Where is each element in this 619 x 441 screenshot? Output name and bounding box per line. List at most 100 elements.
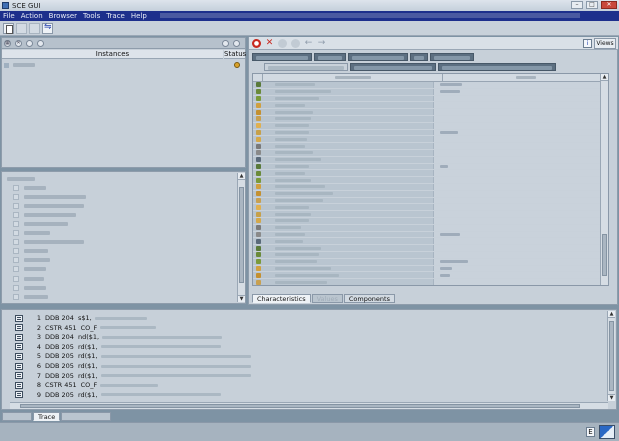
tree-item[interactable]: [5, 238, 239, 247]
table-row[interactable]: [253, 122, 608, 130]
tree-item[interactable]: [5, 247, 239, 256]
close-x-icon[interactable]: ✕: [265, 38, 274, 48]
subgroup-tab[interactable]: [350, 63, 436, 71]
menu-help[interactable]: Help: [131, 12, 147, 20]
circle-icon[interactable]: [222, 39, 229, 47]
scroll-up-icon[interactable]: ▲: [608, 311, 615, 318]
trace-line[interactable]: 1 DDB 204 s$1,: [15, 313, 147, 323]
subgroup-tab[interactable]: [264, 63, 348, 71]
circle-icon[interactable]: [278, 38, 287, 48]
tree-item[interactable]: [5, 274, 239, 283]
characteristic-value-cell[interactable]: [433, 109, 608, 115]
views-button[interactable]: Views: [594, 38, 616, 49]
characteristic-value-cell[interactable]: [433, 211, 608, 217]
menu-browser[interactable]: Browser: [49, 12, 77, 20]
table-row[interactable]: [253, 238, 608, 246]
tree-item[interactable]: [5, 210, 239, 219]
tab-characteristics[interactable]: Characteristics: [252, 294, 311, 303]
trace-line[interactable]: 3 DDB 204 nd($1,: [15, 332, 223, 342]
group-tab[interactable]: [252, 53, 312, 61]
characteristic-value-cell[interactable]: [433, 272, 608, 279]
table-row[interactable]: [253, 88, 608, 96]
characteristic-value-cell[interactable]: [433, 143, 608, 149]
table-row[interactable]: [253, 163, 608, 171]
scroll-down-icon[interactable]: ▼: [238, 295, 245, 302]
table-row[interactable]: [253, 265, 608, 273]
table-scrollbar[interactable]: ▲: [600, 74, 608, 285]
subgroup-tab[interactable]: [438, 63, 556, 71]
characteristic-value-cell[interactable]: [433, 115, 608, 122]
tree-item[interactable]: [5, 183, 239, 192]
characteristic-value-cell[interactable]: [433, 217, 608, 224]
characteristic-value-cell[interactable]: [433, 197, 608, 204]
characteristic-value-cell[interactable]: [433, 279, 608, 285]
circle-icon[interactable]: [233, 39, 240, 47]
tab-values[interactable]: Values: [311, 294, 343, 303]
scroll-thumb[interactable]: [609, 321, 614, 391]
scroll-thumb[interactable]: [239, 187, 244, 283]
table-row[interactable]: [253, 102, 608, 110]
instance-row[interactable]: [4, 61, 244, 69]
characteristic-value-cell[interactable]: [433, 156, 608, 163]
table-row[interactable]: [253, 109, 608, 116]
new-document-icon[interactable]: [3, 22, 14, 34]
arrow-left-icon[interactable]: ←: [304, 38, 313, 48]
table-row[interactable]: [253, 251, 608, 259]
arrow-right-icon[interactable]: →: [317, 38, 326, 48]
group-tab[interactable]: [410, 53, 428, 61]
trace-line[interactable]: 4 DDB 205 rd($1,: [15, 342, 221, 352]
save-icon[interactable]: [29, 22, 40, 34]
stop-icon[interactable]: ●: [252, 38, 261, 48]
minimize-button[interactable]: –: [571, 1, 583, 9]
tab-blurred[interactable]: [61, 412, 112, 421]
circle-icon[interactable]: [291, 38, 300, 48]
tree-item[interactable]: [5, 283, 239, 292]
characteristic-value-cell[interactable]: [433, 170, 608, 177]
characteristic-value-cell[interactable]: [433, 190, 608, 197]
tree-item[interactable]: [5, 219, 239, 228]
scroll-thumb[interactable]: [20, 404, 580, 408]
table-row[interactable]: [253, 129, 608, 137]
table-row[interactable]: [253, 149, 608, 157]
menu-trace[interactable]: Trace: [106, 12, 125, 20]
characteristic-value-cell[interactable]: [433, 258, 608, 265]
characteristic-value-cell[interactable]: [433, 122, 608, 129]
tree-scrollbar[interactable]: ▲ ▼: [237, 173, 245, 302]
open-icon[interactable]: [16, 22, 27, 34]
status-header[interactable]: Status: [224, 50, 246, 59]
status-e-indicator[interactable]: E: [586, 427, 595, 437]
trace-line[interactable]: 8 CSTR 451 CO_F: [15, 380, 159, 390]
table-row[interactable]: [253, 231, 608, 239]
table-row[interactable]: [253, 245, 608, 252]
group-tab[interactable]: [430, 53, 474, 61]
table-row[interactable]: [253, 190, 608, 198]
table-row[interactable]: [253, 224, 608, 232]
grid-icon[interactable]: ▦: [4, 39, 11, 47]
scroll-down-icon[interactable]: ▼: [608, 394, 615, 401]
table-row[interactable]: [253, 211, 608, 218]
tree-item[interactable]: [5, 229, 239, 238]
scroll-up-icon[interactable]: ▲: [601, 74, 608, 81]
characteristic-value-cell[interactable]: [433, 102, 608, 109]
characteristic-value-cell[interactable]: [433, 245, 608, 251]
maximize-button[interactable]: □: [586, 1, 598, 9]
characteristic-value-cell[interactable]: [433, 231, 608, 238]
trace-line[interactable]: 2 CSTR 451 CO_F: [15, 323, 157, 333]
characteristic-value-cell[interactable]: [433, 129, 608, 136]
trace-line[interactable]: 6 DDB 205 rd($1,: [15, 361, 251, 371]
circle-icon[interactable]: [26, 39, 33, 47]
delete-icon[interactable]: ✕: [15, 39, 22, 47]
table-row[interactable]: [253, 82, 608, 89]
tab-components[interactable]: Components: [343, 294, 395, 303]
table-row[interactable]: [253, 143, 608, 150]
table-row[interactable]: [253, 217, 608, 225]
table-row[interactable]: [253, 136, 608, 144]
trace-line[interactable]: 7 DDB 205 rd($1,: [15, 371, 251, 381]
network-icon[interactable]: [42, 22, 53, 34]
characteristic-value-cell[interactable]: [433, 238, 608, 245]
characteristic-value-cell[interactable]: [433, 82, 608, 88]
tree-item[interactable]: [5, 265, 239, 274]
trace-horizontal-scrollbar[interactable]: [10, 402, 608, 409]
close-button[interactable]: ✕: [601, 1, 617, 9]
characteristic-value-cell[interactable]: [433, 251, 608, 258]
